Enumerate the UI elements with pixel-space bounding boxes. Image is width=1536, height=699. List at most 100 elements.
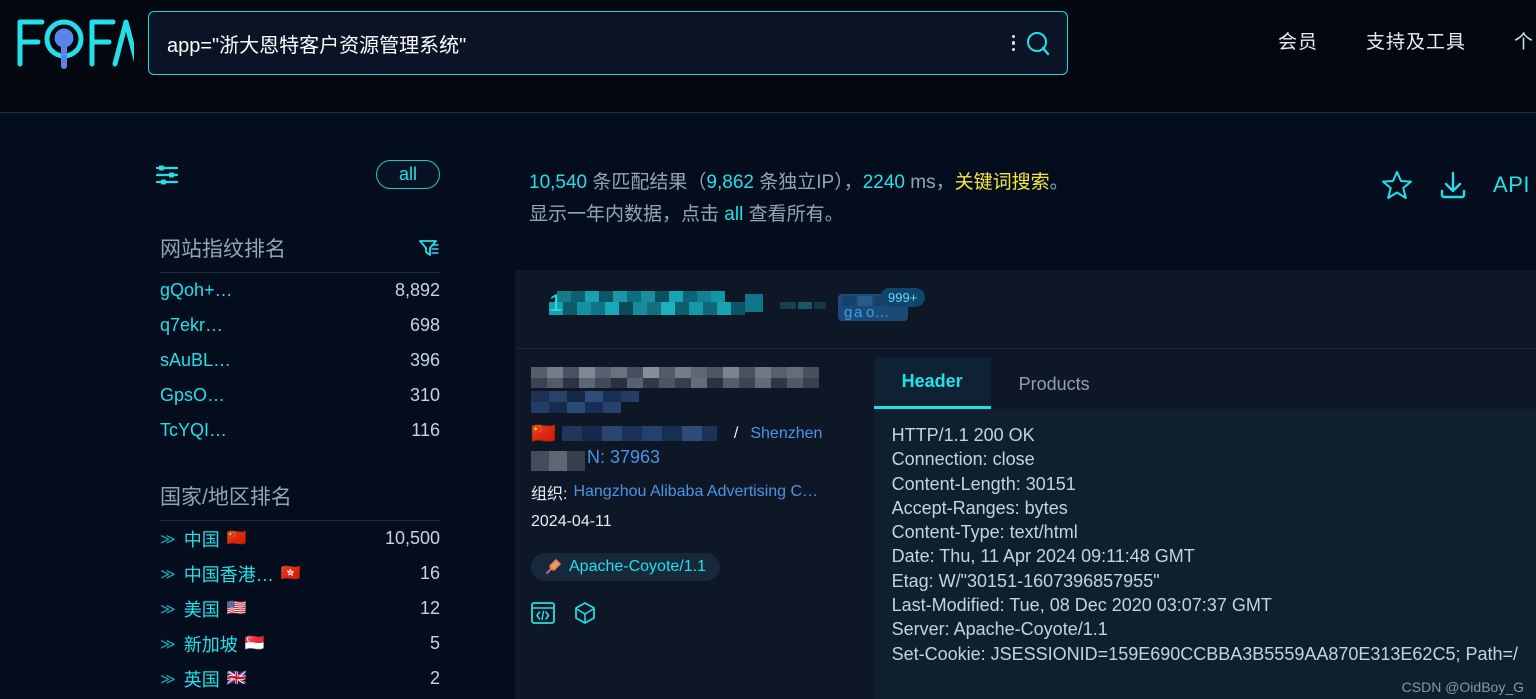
http-header-line: Set-Cookie: JSESSIONID=159E690CCBBA3B555… <box>891 643 1518 664</box>
product-tag-label: Apache-Coyote/1.1 <box>569 558 706 575</box>
org-label: 组织: <box>531 486 568 503</box>
summary-line2-suffix: 查看所有。 <box>748 204 844 225</box>
result-date-line: 2024-04-11 <box>531 507 874 537</box>
funnel-filter-icon[interactable] <box>418 237 440 259</box>
result-city[interactable]: Shenzhen <box>750 425 822 443</box>
flag-icon: 🇨🇳 <box>531 423 556 445</box>
tab-products[interactable]: Products <box>991 360 1118 409</box>
fingerprint-row[interactable]: sAuBL… 396 <box>160 343 440 378</box>
query-time: 2240 <box>862 172 905 193</box>
fingerprint-row[interactable]: GpsO… 310 <box>160 378 440 413</box>
result-card: 1 g a o… 999+ 🇨🇳 / Shenzhen N: 37963 组织:… <box>515 270 1536 699</box>
result-card-header: 1 g a o… 999+ <box>515 270 1536 349</box>
country-count: 12 <box>419 598 440 618</box>
org-value[interactable]: Hangzhou Alibaba Advertising C… <box>573 483 818 501</box>
flag-icon: 🇸🇬 <box>244 634 265 652</box>
http-header-line: HTTP/1.1 200 OK <box>891 425 1035 445</box>
fingerprint-count: 698 <box>409 315 440 335</box>
rocket-icon <box>545 559 561 575</box>
http-header-line: Connection: close <box>891 449 1035 470</box>
fingerprint-count: 8,892 <box>394 280 440 300</box>
results-actions: API <box>1381 169 1530 201</box>
http-header-line: Server: Apache-Coyote/1.1 <box>891 619 1108 640</box>
total-results-suffix: 条匹配结果（ <box>592 172 707 193</box>
http-header-pane[interactable]: HTTP/1.1 200 OK Connection: close Conten… <box>873 409 1536 699</box>
all-filter-pill[interactable]: all <box>375 160 440 189</box>
results-panel: 10,540 条匹配结果（9,862 条独立IP），2240 ms，关键词搜索。… <box>515 113 1536 699</box>
summary-line2-prefix: 显示一年内数据，点击 <box>529 204 720 225</box>
http-header-line: Content-Type: text/html <box>891 522 1078 543</box>
header-nav: 会员 支持及工具 个 <box>1254 27 1536 54</box>
fingerprint-row[interactable]: TcYQI… 116 <box>160 413 440 448</box>
fingerprint-row[interactable]: gQoh+… 8,892 <box>160 273 440 308</box>
svg-text:1: 1 <box>549 290 562 316</box>
app-header: 会员 支持及工具 个 <box>0 0 1536 113</box>
country-row[interactable]: ≫ 英国 🇬🇧 2 <box>160 661 440 696</box>
result-asn-value[interactable]: N: 37963 <box>587 447 660 468</box>
fingerprint-label: GpsO… <box>160 385 226 405</box>
location-separator: / <box>733 425 739 442</box>
country-row[interactable]: ≫ 新加坡 🇸🇬 5 <box>160 626 440 661</box>
country-row[interactable]: ≫ 美国 🇺🇸 12 <box>160 591 440 626</box>
country-label: 新加坡 <box>183 634 238 655</box>
nav-item-clipped[interactable]: 个 <box>1490 27 1536 54</box>
search-box[interactable] <box>148 11 1068 75</box>
fingerprint-label: q7ekr… <box>160 315 224 335</box>
country-count: 10,500 <box>384 528 440 548</box>
nav-item-support-tools[interactable]: 支持及工具 <box>1342 27 1490 54</box>
section-title-country: 国家/地区排名 <box>160 486 292 509</box>
nav-item-member[interactable]: 会员 <box>1254 27 1342 54</box>
chevron-right-icon: ≫ <box>160 565 176 583</box>
sliders-filter-icon[interactable] <box>155 163 181 187</box>
search-icon[interactable] <box>1025 30 1051 56</box>
search-type-badge: 关键词搜索 <box>954 172 1050 193</box>
result-action-icons <box>531 601 874 625</box>
fingerprint-count: 396 <box>409 350 440 370</box>
country-label: 中国 <box>183 529 220 550</box>
search-input[interactable] <box>149 12 1012 74</box>
unique-ip-suffix: 条独立IP）， <box>759 172 863 193</box>
cube-icon[interactable] <box>573 601 597 625</box>
http-header-line: Content-Length: 30151 <box>891 473 1076 494</box>
summary-line-2: 显示一年内数据，点击 all 查看所有。 <box>529 199 1069 231</box>
product-tag[interactable]: Apache-Coyote/1.1 <box>531 553 720 581</box>
redacted-host-title: 1 <box>549 288 799 316</box>
chevron-right-icon: ≫ <box>160 600 176 618</box>
all-results-link[interactable]: all <box>724 204 743 225</box>
result-card-body: 🇨🇳 / Shenzhen N: 37963 组织: Hangzhou Alib… <box>515 349 1536 699</box>
svg-text:a: a <box>854 304 863 321</box>
result-date: 2024-04-11 <box>531 513 612 530</box>
tab-header[interactable]: Header <box>873 357 991 409</box>
http-header-line: Last-Modified: Tue, 08 Dec 2020 03:07:37… <box>891 595 1272 616</box>
http-header-line: Accept-Ranges: bytes <box>891 497 1068 518</box>
redacted-ip <box>561 426 717 441</box>
country-label: 中国香港… <box>183 564 274 585</box>
country-label: 美国 <box>183 599 220 620</box>
kebab-menu-icon[interactable] <box>1011 34 1015 52</box>
flag-icon: 🇨🇳 <box>226 529 247 547</box>
country-row[interactable]: ≫ 中国 🇨🇳 10,500 <box>160 521 440 556</box>
section-title-fingerprint: 网站指纹排名 <box>160 238 286 261</box>
api-link[interactable]: API <box>1493 172 1530 198</box>
results-summary: 10,540 条匹配结果（9,862 条独立IP），2240 ms，关键词搜索。… <box>529 167 1069 231</box>
download-icon[interactable] <box>1437 169 1469 201</box>
result-detail-column: Header Products HTTP/1.1 200 OK Connecti… <box>873 349 1536 699</box>
country-label: 英国 <box>183 669 220 690</box>
fingerprint-row[interactable]: q7ekr… 698 <box>160 308 440 343</box>
sidebar-section-fingerprint: 网站指纹排名 gQoh+… 8,892 q7ekr… 698 sAuBL… 39… <box>160 233 440 448</box>
result-org-line: 组织: Hangzhou Alibaba Advertising C… <box>531 477 874 507</box>
result-location-line: 🇨🇳 / Shenzhen <box>531 419 874 449</box>
star-favorite-icon[interactable] <box>1381 169 1413 201</box>
fingerprint-count: 116 <box>411 420 440 440</box>
unique-ip-count: 9,862 <box>706 172 754 193</box>
fingerprint-label: gQoh+… <box>160 280 233 300</box>
http-header-line: Etag: W/"30151-1607396857955" <box>891 570 1160 591</box>
left-sidebar: all 网站指纹排名 gQoh+… 8,892 q7ekr… 698 sAuBL… <box>0 113 500 699</box>
summary-comma: ， <box>935 172 955 193</box>
country-row[interactable]: ≫ 中国香港… 🇭🇰 16 <box>160 556 440 591</box>
fofa-logo-icon[interactable] <box>14 14 140 72</box>
code-window-icon[interactable] <box>531 602 555 624</box>
redacted-site-title <box>531 367 819 413</box>
country-count: 5 <box>429 633 440 653</box>
flag-icon: 🇬🇧 <box>226 669 247 687</box>
